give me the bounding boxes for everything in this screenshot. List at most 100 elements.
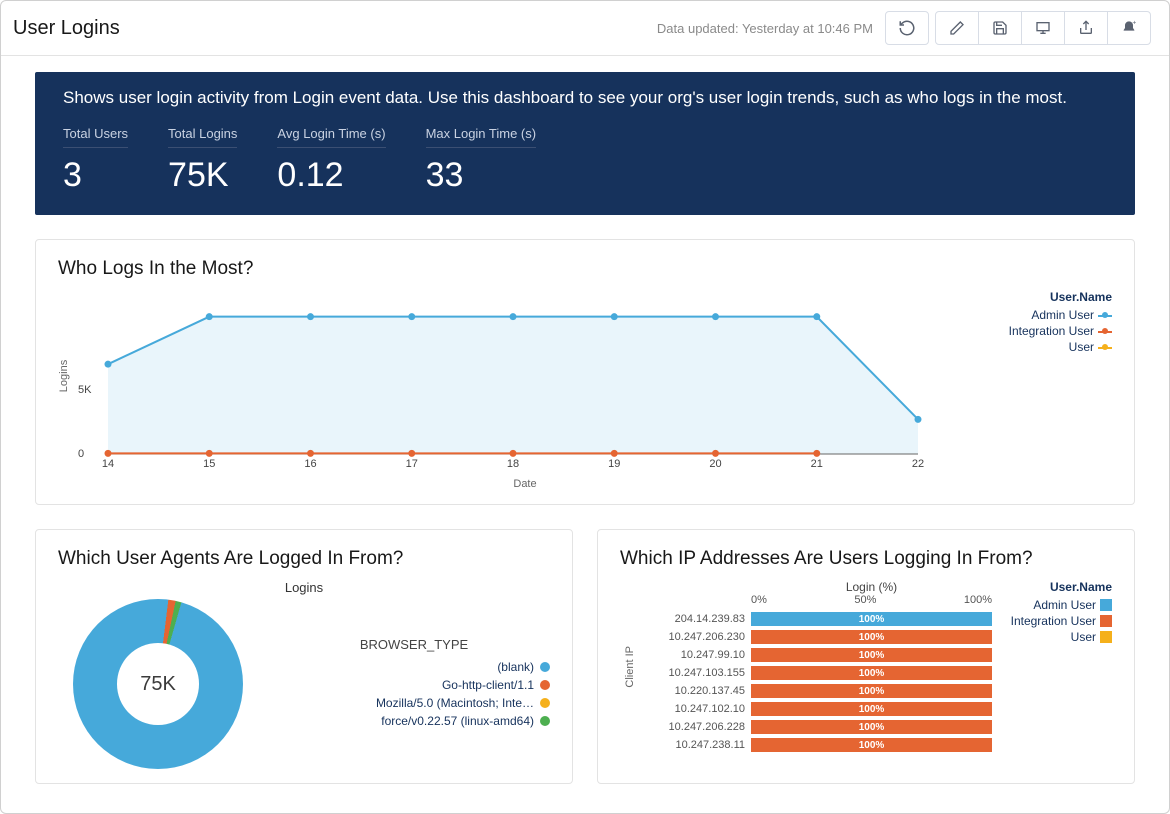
- ip-legend: User.Name Admin User Integration User User: [992, 580, 1112, 754]
- ip-label: 10.247.99.10: [636, 649, 751, 661]
- save-button[interactable]: [978, 11, 1022, 45]
- page-title: User Logins: [13, 17, 657, 40]
- save-icon: [992, 20, 1008, 36]
- ip-label: 204.14.239.83: [636, 613, 751, 625]
- x-tick: 15: [203, 458, 215, 470]
- donut-metric-label: Logins: [58, 580, 550, 595]
- donut-chart[interactable]: 75K: [73, 599, 243, 769]
- summary-banner: Shows user login activity from Login eve…: [35, 72, 1135, 215]
- summary-label: Total Logins: [168, 126, 237, 148]
- ip-label: 10.247.206.228: [636, 721, 751, 733]
- ip-row[interactable]: 10.247.99.10 100%: [636, 646, 992, 664]
- ip-bar: 100%: [751, 702, 992, 716]
- summary-item: Avg Login Time (s) 0.12: [277, 126, 385, 195]
- legend-item[interactable]: User: [992, 340, 1112, 354]
- panel-ip-addresses: Which IP Addresses Are Users Logging In …: [597, 529, 1135, 784]
- legend-item[interactable]: Go-http-client/1.1: [278, 678, 550, 692]
- presentation-icon: [1035, 20, 1051, 36]
- summary-item: Total Logins 75K: [168, 126, 237, 195]
- panel-title: Which User Agents Are Logged In From?: [58, 548, 550, 570]
- y-tick: 0: [78, 448, 84, 460]
- ip-label: 10.220.137.45: [636, 685, 751, 697]
- bell-icon: +: [1121, 20, 1137, 36]
- panel-title: Which IP Addresses Are Users Logging In …: [620, 548, 1112, 570]
- ip-bar: 100%: [751, 738, 992, 752]
- ip-bar: 100%: [751, 720, 992, 734]
- ip-bar-chart[interactable]: Login (%) 0%50%100% 204.14.239.83 100%10…: [636, 580, 992, 754]
- summary-item: Total Users 3: [63, 126, 128, 195]
- legend-item[interactable]: force/v0.22.57 (linux-amd64): [278, 714, 550, 728]
- toolbar-group: +: [935, 11, 1157, 45]
- legend-item[interactable]: Mozilla/5.0 (Macintosh; Inte…: [278, 696, 550, 710]
- ip-label: 10.247.102.10: [636, 703, 751, 715]
- pencil-icon: [949, 20, 965, 36]
- summary-value: 75K: [168, 156, 237, 195]
- ip-label: 10.247.206.230: [636, 631, 751, 643]
- notifications-button[interactable]: +: [1107, 11, 1151, 45]
- panel-who-logs-in: Who Logs In the Most? Logins 0 5K 14 15 16 17…: [35, 239, 1135, 505]
- ip-row[interactable]: 10.220.137.45 100%: [636, 682, 992, 700]
- legend-item[interactable]: (blank): [278, 660, 550, 674]
- summary-value: 0.12: [277, 156, 385, 195]
- x-tick: 100%: [964, 594, 992, 606]
- share-icon: [1078, 20, 1094, 36]
- undo-icon: [898, 19, 916, 37]
- ip-row[interactable]: 204.14.239.83 100%: [636, 610, 992, 628]
- header-bar: User Logins Data updated: Yesterday at 1…: [1, 1, 1169, 56]
- panel-title: Who Logs In the Most?: [58, 258, 1112, 280]
- ip-row[interactable]: 10.247.238.11 100%: [636, 736, 992, 754]
- x-tick: 19: [608, 458, 620, 470]
- x-tick: 22: [912, 458, 924, 470]
- x-tick: 21: [811, 458, 823, 470]
- panel-user-agents: Which User Agents Are Logged In From? Lo…: [35, 529, 573, 784]
- y-axis-label: Client IP: [620, 646, 636, 688]
- x-tick: 20: [709, 458, 721, 470]
- ip-row[interactable]: 10.247.206.228 100%: [636, 718, 992, 736]
- line-chart[interactable]: Logins 0 5K 14 15 16 17 18 19 20 21 22 Date: [58, 290, 992, 490]
- x-tick: 16: [304, 458, 316, 470]
- ip-axis-title: Login (%): [751, 580, 992, 594]
- legend-title: User.Name: [992, 290, 1112, 304]
- legend-item[interactable]: Admin User: [992, 308, 1112, 322]
- legend-item[interactable]: Admin User: [1000, 598, 1112, 612]
- ip-bar: 100%: [751, 666, 992, 680]
- legend-title: User.Name: [1000, 580, 1112, 594]
- undo-button[interactable]: [885, 11, 929, 45]
- present-button[interactable]: [1021, 11, 1065, 45]
- edit-button[interactable]: [935, 11, 979, 45]
- ip-bar: 100%: [751, 684, 992, 698]
- ip-row[interactable]: 10.247.206.230 100%: [636, 628, 992, 646]
- donut-center-label: 75K: [73, 599, 243, 769]
- line-legend: User.Name Admin User Integration User User: [992, 290, 1112, 490]
- donut-legend: BROWSER_TYPE (blank) Go-http-client/1.1 Mo…: [258, 637, 550, 732]
- x-tick: 50%: [854, 594, 876, 606]
- ip-bar: 100%: [751, 630, 992, 644]
- x-tick: 18: [507, 458, 519, 470]
- ip-label: 10.247.238.11: [636, 739, 751, 751]
- summary-label: Max Login Time (s): [426, 126, 537, 148]
- x-tick: 0%: [751, 594, 767, 606]
- x-tick: 14: [102, 458, 114, 470]
- summary-item: Max Login Time (s) 33: [426, 126, 537, 195]
- legend-item[interactable]: Integration User: [1000, 614, 1112, 628]
- ip-row[interactable]: 10.247.103.155 100%: [636, 664, 992, 682]
- share-button[interactable]: [1064, 11, 1108, 45]
- legend-item[interactable]: Integration User: [992, 324, 1112, 338]
- data-updated-label: Data updated: Yesterday at 10:46 PM: [657, 21, 873, 36]
- legend-item[interactable]: User: [1000, 630, 1112, 644]
- banner-description: Shows user login activity from Login eve…: [63, 88, 1107, 108]
- y-axis-label: Logins: [58, 360, 70, 392]
- summary-label: Avg Login Time (s): [277, 126, 385, 148]
- summary-value: 3: [63, 156, 128, 195]
- summary-value: 33: [426, 156, 537, 195]
- ip-bar: 100%: [751, 648, 992, 662]
- y-tick: 5K: [78, 384, 91, 396]
- ip-bar: 100%: [751, 612, 992, 626]
- ip-label: 10.247.103.155: [636, 667, 751, 679]
- x-axis-label: Date: [513, 478, 536, 490]
- x-tick: 17: [406, 458, 418, 470]
- legend-title: BROWSER_TYPE: [278, 637, 550, 652]
- ip-row[interactable]: 10.247.102.10 100%: [636, 700, 992, 718]
- svg-text:+: +: [1132, 20, 1136, 27]
- summary-label: Total Users: [63, 126, 128, 148]
